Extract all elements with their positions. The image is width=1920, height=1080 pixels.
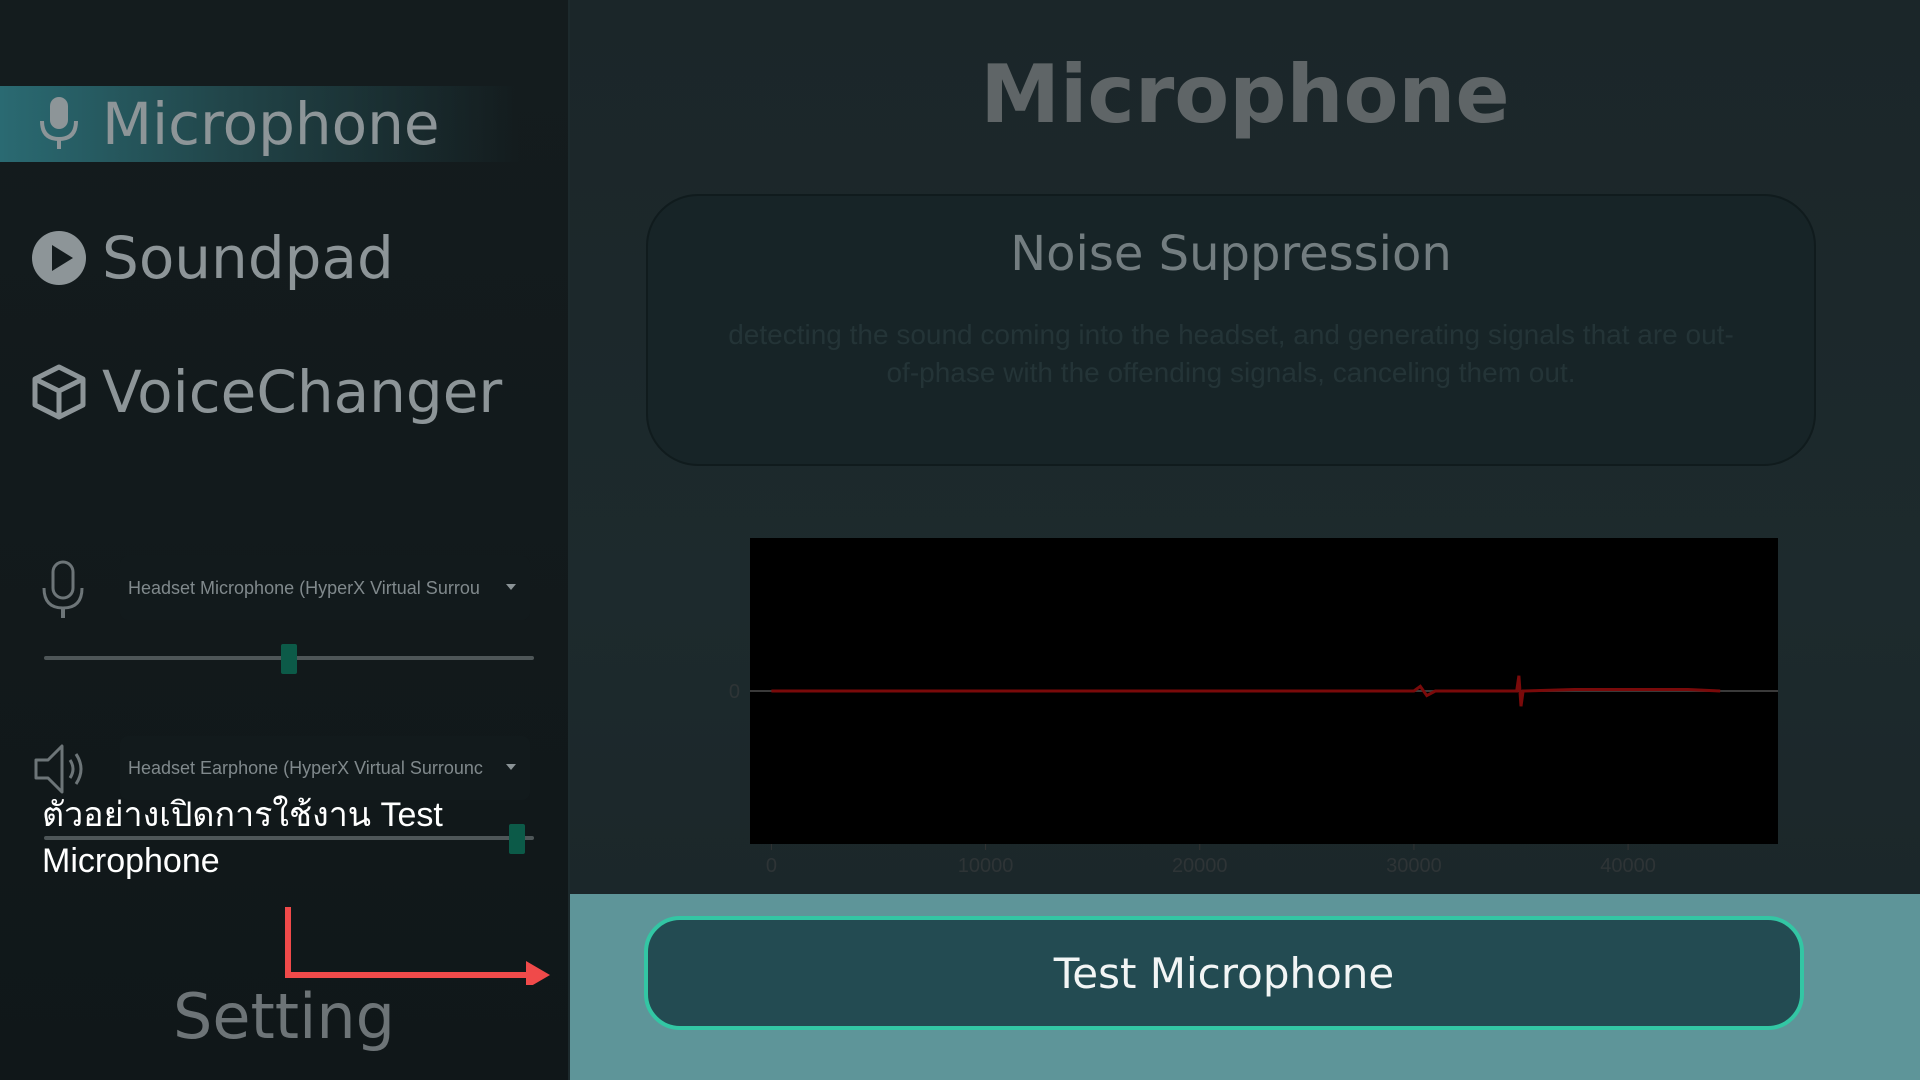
- x-tick-label: 30000: [1386, 855, 1442, 877]
- annotation-text: ตัวอย่างเปิดการใช้งาน Test Microphone: [42, 796, 443, 880]
- sidebar-item-soundpad[interactable]: Soundpad: [0, 220, 520, 296]
- noise-suppression-description: detecting the sound coming into the head…: [728, 319, 1734, 388]
- waveform-chart: 0 10000 20000 30000 40000 0: [710, 528, 1790, 888]
- x-tick-label: 0: [766, 855, 777, 877]
- input-volume-slider[interactable]: [44, 644, 534, 674]
- sidebar-item-label: Microphone: [102, 90, 440, 158]
- page-title: Microphone: [980, 48, 1510, 141]
- input-device-row: Headset Microphone (HyperX Virtual Surro…: [32, 556, 532, 622]
- output-device-value: Headset Earphone (HyperX Virtual Surroun…: [128, 757, 483, 778]
- bottom-band: Test Microphone: [570, 894, 1920, 1080]
- chevron-down-icon: [506, 584, 516, 590]
- chevron-down-icon: [506, 764, 516, 770]
- noise-suppression-card[interactable]: Noise Suppression detecting the sound co…: [646, 194, 1816, 466]
- sidebar-item-label: Soundpad: [102, 224, 394, 292]
- input-device-select[interactable]: Headset Microphone (HyperX Virtual Surro…: [120, 556, 530, 620]
- output-volume-thumb[interactable]: [508, 824, 525, 854]
- annotation-arrow: [285, 907, 550, 985]
- test-microphone-label: Test Microphone: [1053, 948, 1395, 998]
- x-tick-label: 40000: [1600, 855, 1656, 877]
- input-volume-thumb[interactable]: [281, 644, 297, 674]
- sidebar-item-label: VoiceChanger: [102, 358, 503, 426]
- sidebar-item-microphone[interactable]: Microphone: [0, 86, 520, 162]
- waveform-svg: 0 10000 20000 30000 40000 0: [729, 538, 1778, 877]
- x-tick-label: 10000: [958, 855, 1014, 877]
- noise-suppression-title: Noise Suppression: [1010, 226, 1452, 282]
- microphone-outline-icon: [32, 558, 94, 620]
- cube-icon: [30, 363, 88, 421]
- input-device-value: Headset Microphone (HyperX Virtual Surro…: [128, 577, 480, 598]
- play-circle-icon: [30, 229, 88, 287]
- microphone-icon: [30, 95, 88, 153]
- test-microphone-button[interactable]: Test Microphone: [644, 916, 1804, 1030]
- sidebar-item-voicechanger[interactable]: VoiceChanger: [0, 354, 520, 430]
- x-tick-label: 20000: [1172, 855, 1228, 877]
- output-device-select[interactable]: Headset Earphone (HyperX Virtual Surroun…: [120, 736, 530, 800]
- y-tick-label: 0: [729, 681, 740, 703]
- setting-heading[interactable]: Setting: [0, 980, 568, 1053]
- speaker-icon: [32, 738, 94, 800]
